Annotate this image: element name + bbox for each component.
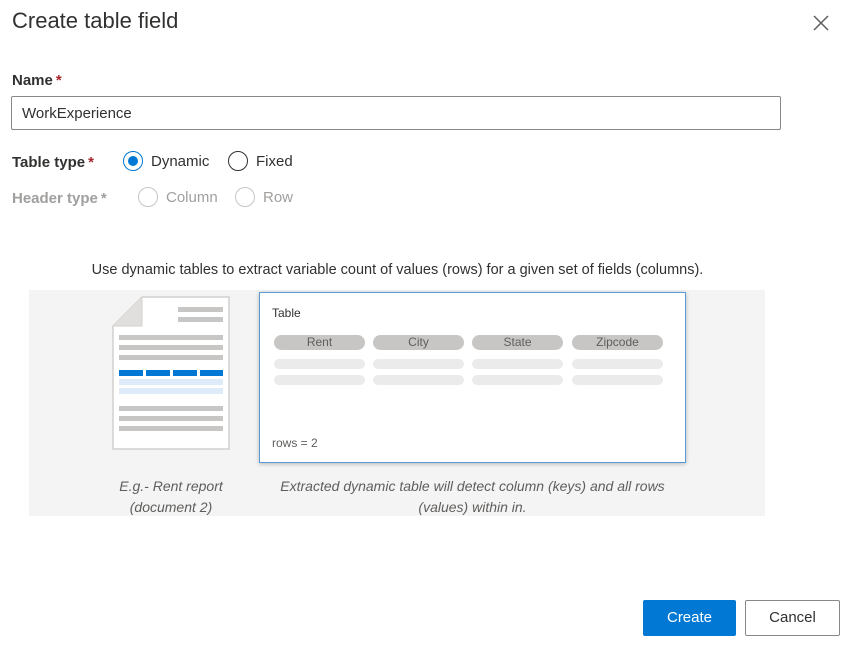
document-caption: E.g.- Rent report (document 2) (91, 476, 251, 518)
radio-row-label: Row (263, 188, 294, 206)
column-pill: Zipcode (572, 335, 663, 350)
required-mark: * (100, 190, 107, 207)
dynamic-table-illustration: Table Rent City State Zipcode rows = 2 E… (29, 290, 765, 516)
radio-selected-icon (123, 151, 143, 171)
header-type-label: Header type * (12, 190, 107, 207)
header-type-label-text: Header type (12, 190, 98, 207)
radio-column: Column (138, 187, 218, 207)
radio-dynamic[interactable]: Dynamic (123, 151, 209, 171)
table-caption: Extracted dynamic table will detect colu… (252, 476, 693, 518)
row-placeholder (373, 359, 464, 369)
column-pill: State (472, 335, 563, 350)
radio-dynamic-label: Dynamic (151, 152, 210, 170)
document-caption-line: E.g.- Rent report (119, 478, 223, 494)
close-button[interactable] (812, 14, 830, 32)
radio-unselected-icon (235, 187, 255, 207)
name-label-text: Name (12, 72, 53, 89)
required-mark: * (88, 154, 94, 171)
row-placeholder (274, 375, 365, 385)
column-pill: City (373, 335, 464, 350)
name-label: Name * (12, 72, 62, 89)
dialog-title: Create table field (12, 8, 179, 33)
radio-unselected-icon (138, 187, 158, 207)
name-input[interactable] (11, 96, 781, 130)
table-type-label-text: Table type (12, 154, 86, 171)
rows-count: rows = 2 (272, 436, 318, 450)
radio-fixed-label: Fixed (256, 152, 293, 170)
row-placeholder (274, 359, 365, 369)
document-caption-line: (document 2) (129, 499, 213, 515)
table-type-label: Table type * (12, 154, 94, 171)
radio-row: Row (235, 187, 293, 207)
radio-unselected-icon (228, 151, 248, 171)
radio-column-label: Column (166, 188, 218, 206)
required-mark: * (55, 72, 62, 89)
row-placeholder (472, 359, 563, 369)
table-preview-card: Table Rent City State Zipcode rows = 2 (259, 292, 686, 463)
row-placeholder (572, 375, 663, 385)
create-button[interactable]: Create (643, 600, 736, 636)
table-caption-line: Extracted dynamic table will detect colu… (280, 478, 665, 494)
close-icon (813, 15, 829, 31)
table-preview-title: Table (272, 306, 301, 320)
cancel-button[interactable]: Cancel (745, 600, 840, 636)
radio-fixed[interactable]: Fixed (228, 151, 293, 171)
document-icon (112, 296, 230, 450)
row-placeholder (472, 375, 563, 385)
table-caption-line: (values) within in. (418, 499, 527, 515)
help-text: Use dynamic tables to extract variable c… (91, 262, 704, 278)
column-pill: Rent (274, 335, 365, 350)
row-placeholder (373, 375, 464, 385)
row-placeholder (572, 359, 663, 369)
